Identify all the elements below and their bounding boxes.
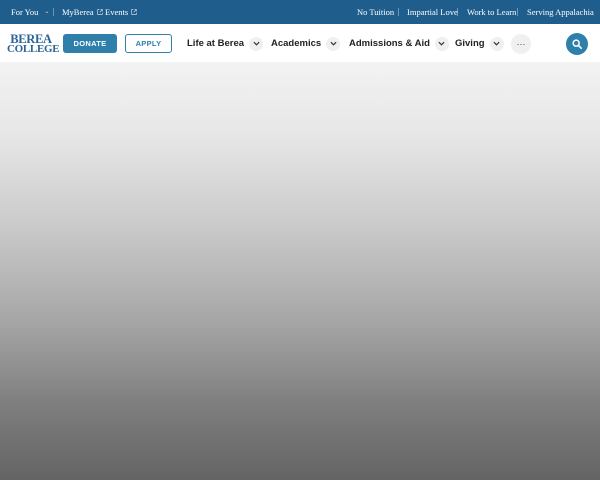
pillar-label: No Tuition [357,7,395,17]
pillar-link-impartial-love[interactable]: Impartial Love [407,0,458,24]
nav-label: Academics [271,38,322,49]
pillar-label: Impartial Love [407,7,458,17]
nav-label: Admissions & Aid [349,38,430,49]
for-you-label: For You [11,7,39,17]
external-link-icon [96,9,103,15]
divider [517,8,518,16]
pillar-link-no-tuition[interactable]: No Tuition [357,0,394,24]
pillar-link-serving-appalachia[interactable]: Serving Appalachia [527,0,594,24]
search-button[interactable] [566,33,588,55]
main-header: BEREA COLLEGE DONATE APPLY Life at Berea… [0,24,600,62]
chevron-down-icon[interactable] [489,36,504,51]
donate-button[interactable]: DONATE [63,34,117,53]
divider [53,8,54,16]
events-label: Events [105,7,129,17]
events-link[interactable]: Events [105,0,137,24]
more-icon: ··· [516,39,526,49]
logo-line-2: COLLEGE [7,43,60,55]
chevron-down-icon: ⌄ [44,9,50,15]
search-icon [572,39,582,49]
chevron-down-icon[interactable] [434,36,449,51]
nav-life-at-berea[interactable]: Life at Berea [187,34,264,53]
divider [457,8,458,16]
apply-button[interactable]: APPLY [125,34,172,53]
nav-academics[interactable]: Academics [271,34,341,53]
nav-giving[interactable]: Giving [455,34,504,53]
pillar-link-work-to-learn[interactable]: Work to Learn [467,0,516,24]
myberea-label: MyBerea [62,7,94,17]
chevron-down-icon[interactable] [249,36,264,51]
utility-bar: For You ⌄ MyBerea Events No Tuition Impa… [0,0,600,24]
nav-label: Giving [455,38,485,49]
chevron-down-icon[interactable] [326,36,341,51]
external-link-icon [131,9,137,15]
more-menu-button[interactable]: ··· [511,34,531,54]
hero-banner [0,62,600,480]
pillar-label: Serving Appalachia [527,7,594,17]
nav-admissions-aid[interactable]: Admissions & Aid [349,34,449,53]
myberea-link[interactable]: MyBerea [62,0,103,24]
pillar-label: Work to Learn [467,7,517,17]
berea-college-logo[interactable]: BEREA COLLEGE [7,33,60,56]
for-you-menu[interactable]: For You ⌄ [11,0,49,24]
divider [398,8,399,16]
nav-label: Life at Berea [187,38,245,49]
